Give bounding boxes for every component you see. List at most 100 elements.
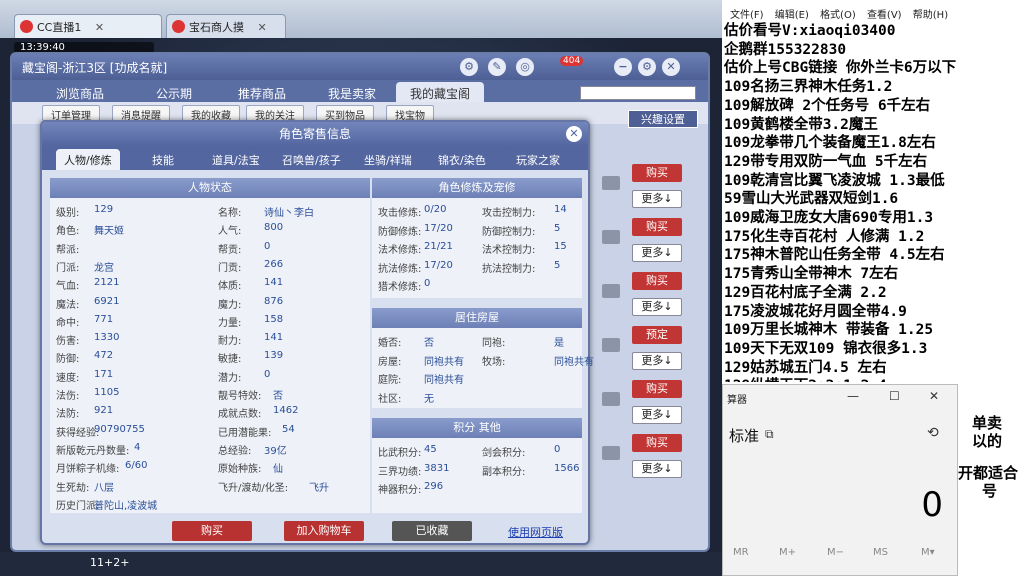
subtab-messages[interactable]: 消息提醒 [112,105,170,122]
tab-pets[interactable]: 召唤兽/孩子 [274,149,349,170]
memory-store-button[interactable]: MS [873,547,888,558]
subtab-bought[interactable]: 买到物品 [316,105,374,122]
settings-icon[interactable]: ⚙ [460,58,478,76]
more-button[interactable]: 更多↓ [632,190,682,208]
info-value: 21/21 [424,241,453,252]
stat-label: 魔力: [218,299,242,311]
tab-items[interactable]: 道具/法宝 [204,149,268,170]
buy-button[interactable]: 购买 [632,272,682,290]
cart-icon[interactable] [602,230,620,244]
tab-home[interactable]: 玩家之家 [508,149,568,170]
buy-button[interactable]: 购买 [632,434,682,452]
add-to-cart-button[interactable]: 加入购物车 [284,521,364,541]
notepad-text-area[interactable]: 估价看号V:xiaoqi03400 企鹅群155322830 估价上号CBG链接 你… [724,22,1024,382]
info-value: 15 [554,241,567,252]
calculator-mode[interactable]: 标准 [729,425,759,446]
more-button[interactable]: 更多↓ [632,460,682,478]
cart-icon[interactable] [602,338,620,352]
browser-tab-gem[interactable]: 宝石商人摸 ✕ [166,14,286,38]
menu-format[interactable]: 格式(O) [820,10,856,21]
notepad-line: 109黄鹤楼全带3.2魔王 [724,116,878,133]
search-input[interactable] [580,86,696,100]
cart-icon[interactable] [602,446,620,460]
tab-seller[interactable]: 我是卖家 [314,82,390,102]
subtab-orders[interactable]: 订单管理 [42,105,100,122]
interest-settings-button[interactable]: 兴趣设置 [628,110,698,128]
notepad-line: 129姑苏城五门4.5 左右 [724,359,887,376]
buy-button[interactable]: 购买 [632,164,682,182]
stat-label: 命中: [56,317,80,329]
buy-button[interactable]: 购买 [172,521,252,541]
more-button[interactable]: 更多↓ [632,298,682,316]
stat-label: 名称: [218,208,242,219]
menu-file[interactable]: 文件(F) [730,10,764,21]
options-icon[interactable]: ⚙ [638,58,656,76]
stat-value: 39亿 [264,445,287,457]
stat-label: 门派: [56,262,80,274]
more-button[interactable]: 更多↓ [632,352,682,370]
browser-tab-cc[interactable]: CC直播1 ✕ [14,14,162,38]
edit-icon[interactable]: ✎ [488,58,506,76]
tab-recommend[interactable]: 推荐商品 [224,82,300,102]
collected-button[interactable]: 已收藏 [392,521,472,541]
info-label: 防御控制力: [482,226,536,238]
buy-button[interactable]: 购买 [632,218,682,236]
tab-skills[interactable]: 技能 [144,149,182,170]
info-label: 同袍: [482,338,506,349]
memory-recall-button[interactable]: MR [733,547,749,558]
menu-view[interactable]: 查看(V) [867,10,902,21]
gear-icon[interactable]: ◎ [516,58,534,76]
more-button[interactable]: 更多↓ [632,244,682,262]
chat-input[interactable]: 11+2+ [90,556,129,569]
tab-character[interactable]: 人物/修炼 [56,149,120,170]
stat-value: 飞升 [309,482,329,494]
tab-public[interactable]: 公示期 [142,82,206,102]
stat-value: 2121 [94,277,120,289]
more-label: 更多 [641,462,664,475]
stat-label: 月饼粽子机缘: [56,464,120,476]
menu-help[interactable]: 帮助(H) [913,10,948,21]
reserve-button[interactable]: 预定 [632,326,682,344]
buy-button[interactable]: 购买 [632,380,682,398]
notepad-line: 109名扬三界神木任务1.2 [724,79,893,96]
close-icon[interactable]: ✕ [929,389,939,403]
maximize-icon[interactable]: ☐ [889,389,900,403]
notepad-line: 109威海卫庞女大唐690专用1.3 [724,210,934,227]
info-label: 牧场: [482,356,506,368]
memory-subtract-button[interactable]: M− [827,547,844,558]
history-icon[interactable]: ⟲ [927,425,939,441]
notepad-line: 129纵横天下2+2+1 2.4 [724,377,1024,382]
stat-value: 158 [264,313,284,325]
stat-label: 角色: [56,226,80,238]
tab-mounts[interactable]: 坐骑/祥瑞 [356,149,420,170]
info-label: 婚否: [378,338,402,349]
close-icon[interactable]: ✕ [258,21,267,34]
subtab-favorites[interactable]: 我的收藏 [182,105,240,122]
info-label: 抗法修炼: [378,263,422,275]
web-version-link[interactable]: 使用网页版 [508,524,563,540]
notepad-line: 109天下无双109 锦衣很多1.3 [724,340,928,357]
stat-value: 54 [282,423,295,435]
cart-icon[interactable] [602,284,620,298]
stat-value: 6/60 [125,460,148,472]
subtab-follows[interactable]: 我的关注 [246,105,304,122]
minimize-icon[interactable]: — [847,389,859,403]
minimize-icon[interactable]: − [614,58,632,76]
memory-list-button[interactable]: M▾ [921,547,935,558]
tab-browse[interactable]: 浏览商品 [42,82,118,102]
tab-outfits[interactable]: 锦衣/染色 [430,149,494,170]
close-icon[interactable]: ✕ [566,126,582,142]
memory-add-button[interactable]: M+ [779,547,796,558]
close-icon[interactable]: ✕ [95,21,104,34]
cart-icon[interactable] [602,176,620,190]
stat-label: 防御: [56,354,80,366]
keep-on-top-icon[interactable]: ⧉ [765,427,774,442]
stat-value: 仙 [273,464,283,476]
more-button[interactable]: 更多↓ [632,406,682,424]
menu-edit[interactable]: 编辑(E) [775,10,809,21]
cart-icon[interactable] [602,392,620,406]
close-icon[interactable]: ✕ [662,58,680,76]
tab-my-store[interactable]: 我的藏宝阁 [396,82,485,102]
subtab-find[interactable]: 找宝物 [386,105,434,122]
stat-label: 伤害: [56,336,80,348]
